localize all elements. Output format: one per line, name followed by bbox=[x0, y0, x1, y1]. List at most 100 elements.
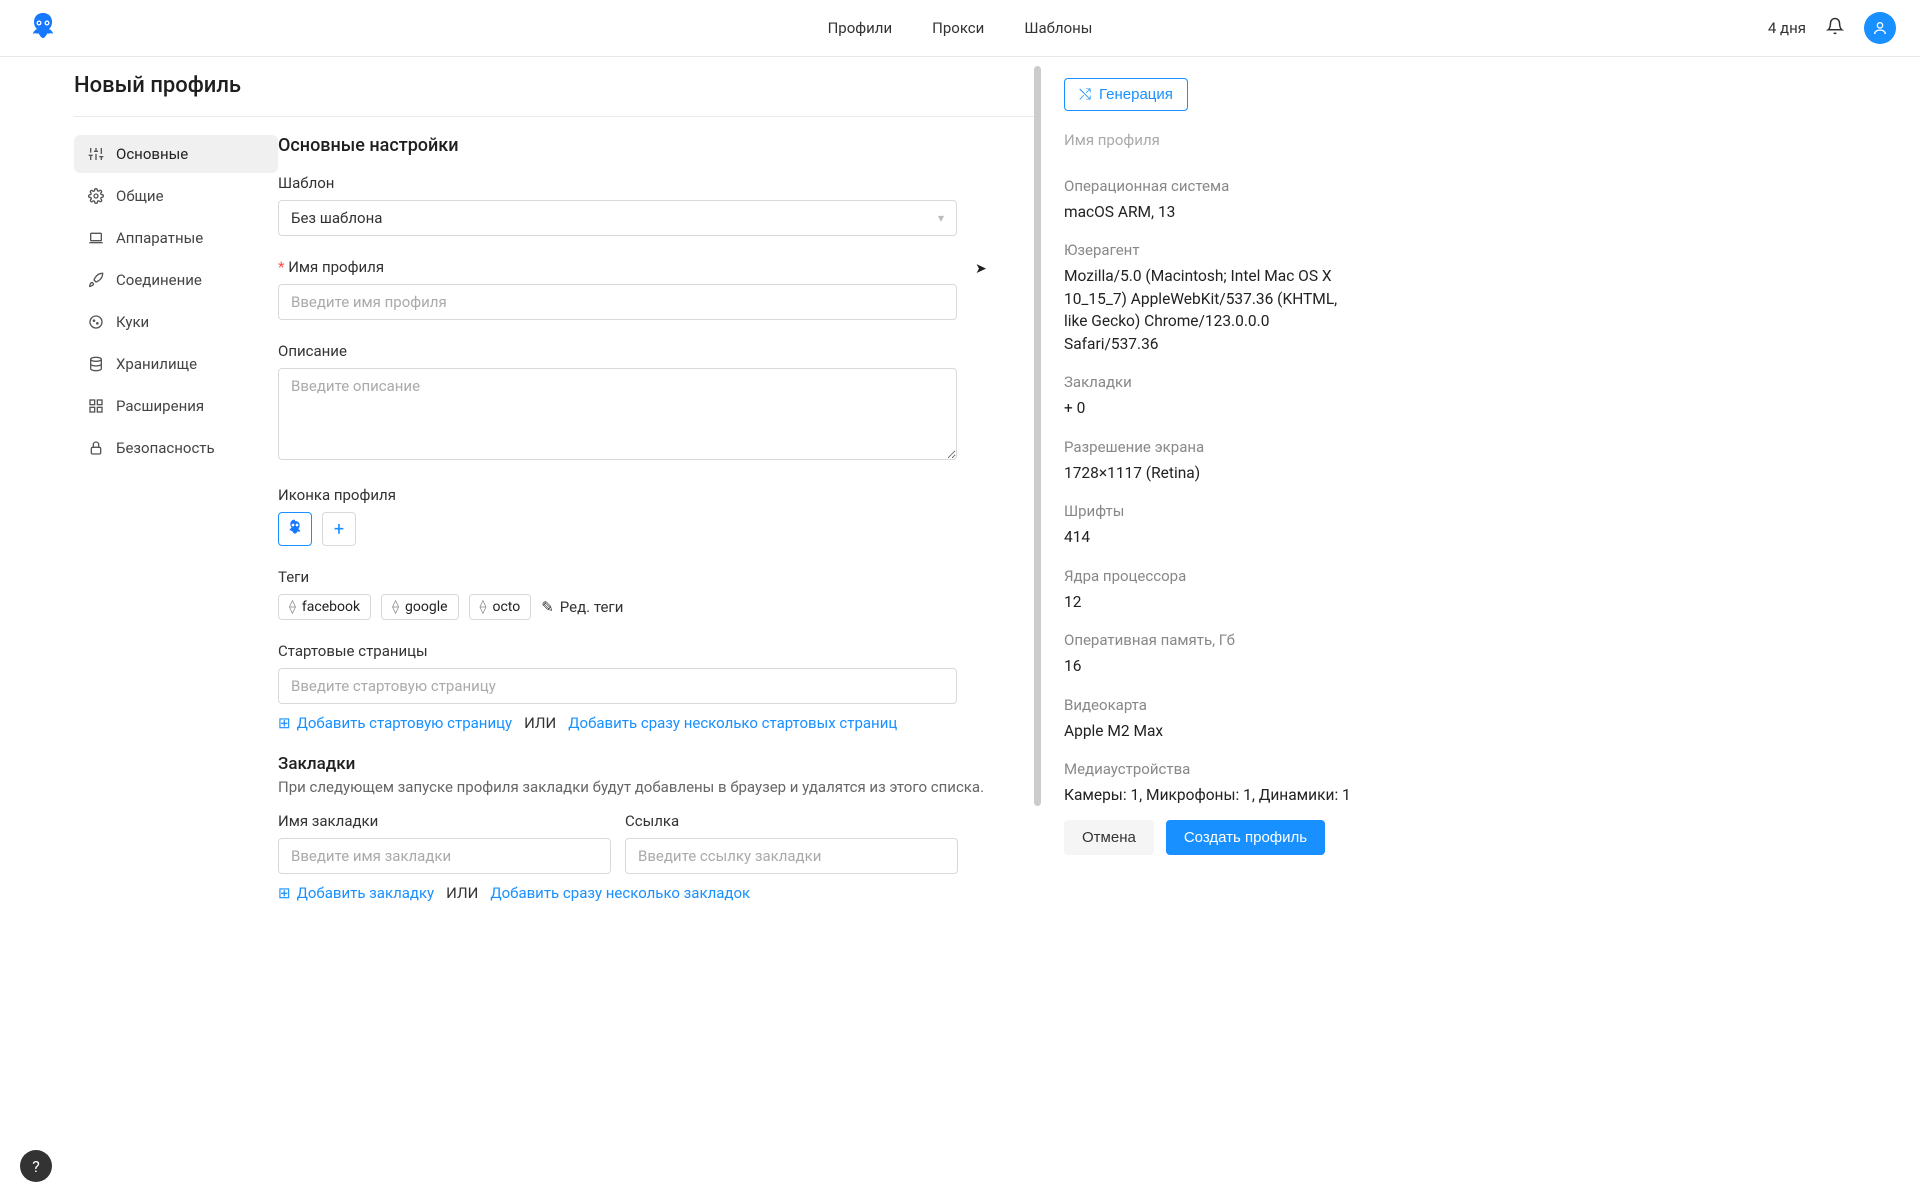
sidebar-item-cookies[interactable]: Куки bbox=[74, 303, 278, 341]
summary-panel: ⤭ Генерация Имя профиля Операционная сис… bbox=[1064, 78, 1364, 825]
sidebar-item-extensions[interactable]: Расширения bbox=[74, 387, 278, 425]
bulk-bookmarks-button[interactable]: Добавить сразу несколько закладок bbox=[490, 884, 750, 902]
tags-label: Теги bbox=[278, 568, 1040, 586]
tag-facebook[interactable]: ⟠ facebook bbox=[278, 594, 371, 620]
avatar[interactable] bbox=[1864, 12, 1896, 44]
bookmarks-section: Закладки При следующем запуске профиля з… bbox=[278, 754, 1040, 902]
or-text: ИЛИ bbox=[446, 884, 478, 902]
help-button[interactable]: ? bbox=[20, 1150, 52, 1182]
bookmarks-desc: При следующем запуске профиля закладки б… bbox=[278, 778, 1040, 796]
sidebar-item-storage[interactable]: Хранилище bbox=[74, 345, 278, 383]
days-remaining: 4 дня bbox=[1768, 19, 1806, 37]
template-select[interactable]: Без шаблона ▾ bbox=[278, 200, 957, 236]
header-right: 4 дня bbox=[1768, 12, 1896, 44]
shuffle-icon: ⤭ bbox=[1079, 86, 1091, 103]
or-text: ИЛИ bbox=[524, 714, 556, 732]
cancel-button[interactable]: Отмена bbox=[1064, 820, 1154, 855]
name-field: Имя профиля bbox=[278, 258, 1040, 320]
laptop-icon bbox=[88, 230, 104, 246]
puzzle-icon bbox=[88, 398, 104, 414]
start-page-input[interactable] bbox=[278, 668, 957, 704]
tag-octo[interactable]: ⟠ octo bbox=[469, 594, 532, 620]
question-icon: ? bbox=[32, 1157, 40, 1176]
icon-label: Иконка профиля bbox=[278, 486, 1040, 504]
fonts-label: Шрифты bbox=[1064, 502, 1364, 520]
plus-icon: ⊞ bbox=[278, 884, 291, 902]
tags-field: Теги ⟠ facebook ⟠google ⟠ octo ✎ Ред. теги bbox=[278, 568, 1040, 620]
description-field: Описание bbox=[278, 342, 1040, 464]
cores-label: Ядра процессора bbox=[1064, 567, 1364, 585]
sidebar-item-main[interactable]: Основные bbox=[74, 135, 278, 173]
sidebar-item-label: Хранилище bbox=[116, 355, 197, 373]
icon-field: Иконка профиля + bbox=[278, 486, 1040, 546]
gpu-label: Видеокарта bbox=[1064, 696, 1364, 714]
profile-icon-selected[interactable] bbox=[278, 512, 312, 546]
start-pages-field: Стартовые страницы ⊞Добавить стартовую с… bbox=[278, 642, 1040, 732]
tag-icon: ⟠ bbox=[392, 599, 399, 615]
name-input[interactable] bbox=[278, 284, 957, 320]
sidebar-item-label: Общие bbox=[116, 187, 164, 205]
bell-icon[interactable] bbox=[1826, 17, 1844, 39]
sidebar-item-label: Расширения bbox=[116, 397, 204, 415]
sidebar-item-hardware[interactable]: Аппаратные bbox=[74, 219, 278, 257]
bookmarks-label: Закладки bbox=[1064, 373, 1364, 391]
page-title: Новый профиль bbox=[74, 57, 1040, 117]
sidebar-item-connection[interactable]: Соединение bbox=[74, 261, 278, 299]
bookmark-name-input[interactable] bbox=[278, 838, 611, 874]
sidebar-item-label: Аппаратные bbox=[116, 229, 203, 247]
generate-button[interactable]: ⤭ Генерация bbox=[1064, 78, 1188, 111]
top-nav: Профили Прокси Шаблоны bbox=[828, 19, 1093, 37]
tag-google[interactable]: ⟠google bbox=[381, 594, 458, 620]
bulk-start-pages-button[interactable]: Добавить сразу несколько стартовых стран… bbox=[568, 714, 897, 732]
sidebar-item-general[interactable]: Общие bbox=[74, 177, 278, 215]
sidebar: Основные Общие Аппаратные Соединение Кук… bbox=[74, 135, 278, 924]
app-logo[interactable] bbox=[24, 9, 62, 47]
form-area: Основные настройки Шаблон Без шаблона ▾ … bbox=[278, 135, 1040, 924]
gpu-value: Apple M2 Max bbox=[1064, 720, 1364, 742]
main: Новый профиль Основные Общие Аппаратные … bbox=[0, 57, 1920, 924]
generate-label: Генерация bbox=[1099, 86, 1173, 103]
add-bookmark-button[interactable]: ⊞ Добавить закладку bbox=[278, 884, 434, 902]
ram-label: Оперативная память, Гб bbox=[1064, 631, 1364, 649]
tag-icon: ⟠ bbox=[289, 599, 296, 615]
add-icon-button[interactable]: + bbox=[322, 512, 356, 546]
description-input[interactable] bbox=[278, 368, 957, 460]
media-value: Камеры: 1, Микрофоны: 1, Динамики: 1 bbox=[1064, 784, 1364, 806]
tag-text: octo bbox=[492, 599, 520, 615]
bookmark-link-label: Ссылка bbox=[625, 812, 958, 830]
edit-tags-button[interactable]: ✎ Ред. теги bbox=[541, 598, 623, 616]
nav-templates[interactable]: Шаблоны bbox=[1024, 19, 1092, 37]
edit-tags-label: Ред. теги bbox=[560, 598, 624, 616]
template-value: Без шаблона bbox=[291, 209, 382, 227]
add-start-page-button[interactable]: ⊞Добавить стартовую страницу bbox=[278, 714, 512, 732]
pencil-icon: ✎ bbox=[541, 598, 554, 616]
sidebar-item-security[interactable]: Безопасность bbox=[74, 429, 278, 467]
ua-value: Mozilla/5.0 (Macintosh; Intel Mac OS X 1… bbox=[1064, 265, 1364, 355]
tag-icon: ⟠ bbox=[480, 599, 487, 615]
bookmark-link-input[interactable] bbox=[625, 838, 958, 874]
bookmark-name-label: Имя закладки bbox=[278, 812, 611, 830]
create-profile-button[interactable]: Создать профиль bbox=[1166, 820, 1325, 855]
scrollbar[interactable] bbox=[1034, 66, 1041, 806]
nav-profiles[interactable]: Профили bbox=[828, 19, 893, 37]
ram-value: 16 bbox=[1064, 655, 1364, 677]
name-label: Имя профиля bbox=[278, 258, 1040, 276]
cores-value: 12 bbox=[1064, 591, 1364, 613]
add-bookmark-label: Добавить закладку bbox=[297, 884, 435, 902]
bookmarks-title: Закладки bbox=[278, 754, 1040, 774]
os-label: Операционная система bbox=[1064, 177, 1364, 195]
header: Профили Прокси Шаблоны 4 дня bbox=[0, 0, 1920, 57]
start-pages-label: Стартовые страницы bbox=[278, 642, 1040, 660]
fonts-value: 414 bbox=[1064, 526, 1364, 548]
description-label: Описание bbox=[278, 342, 1040, 360]
os-value: macOS ARM, 13 bbox=[1064, 201, 1364, 223]
tag-text: facebook bbox=[302, 599, 360, 615]
panel-name-placeholder: Имя профиля bbox=[1064, 131, 1364, 149]
template-field: Шаблон Без шаблона ▾ bbox=[278, 174, 1040, 236]
nav-proxies[interactable]: Прокси bbox=[932, 19, 984, 37]
sidebar-item-label: Куки bbox=[116, 313, 149, 331]
sidebar-item-label: Основные bbox=[116, 145, 188, 163]
ua-label: Юзерагент bbox=[1064, 241, 1364, 259]
resolution-value: 1728×1117 (Retina) bbox=[1064, 462, 1364, 484]
footer-actions: Отмена Создать профиль bbox=[1064, 820, 1325, 855]
